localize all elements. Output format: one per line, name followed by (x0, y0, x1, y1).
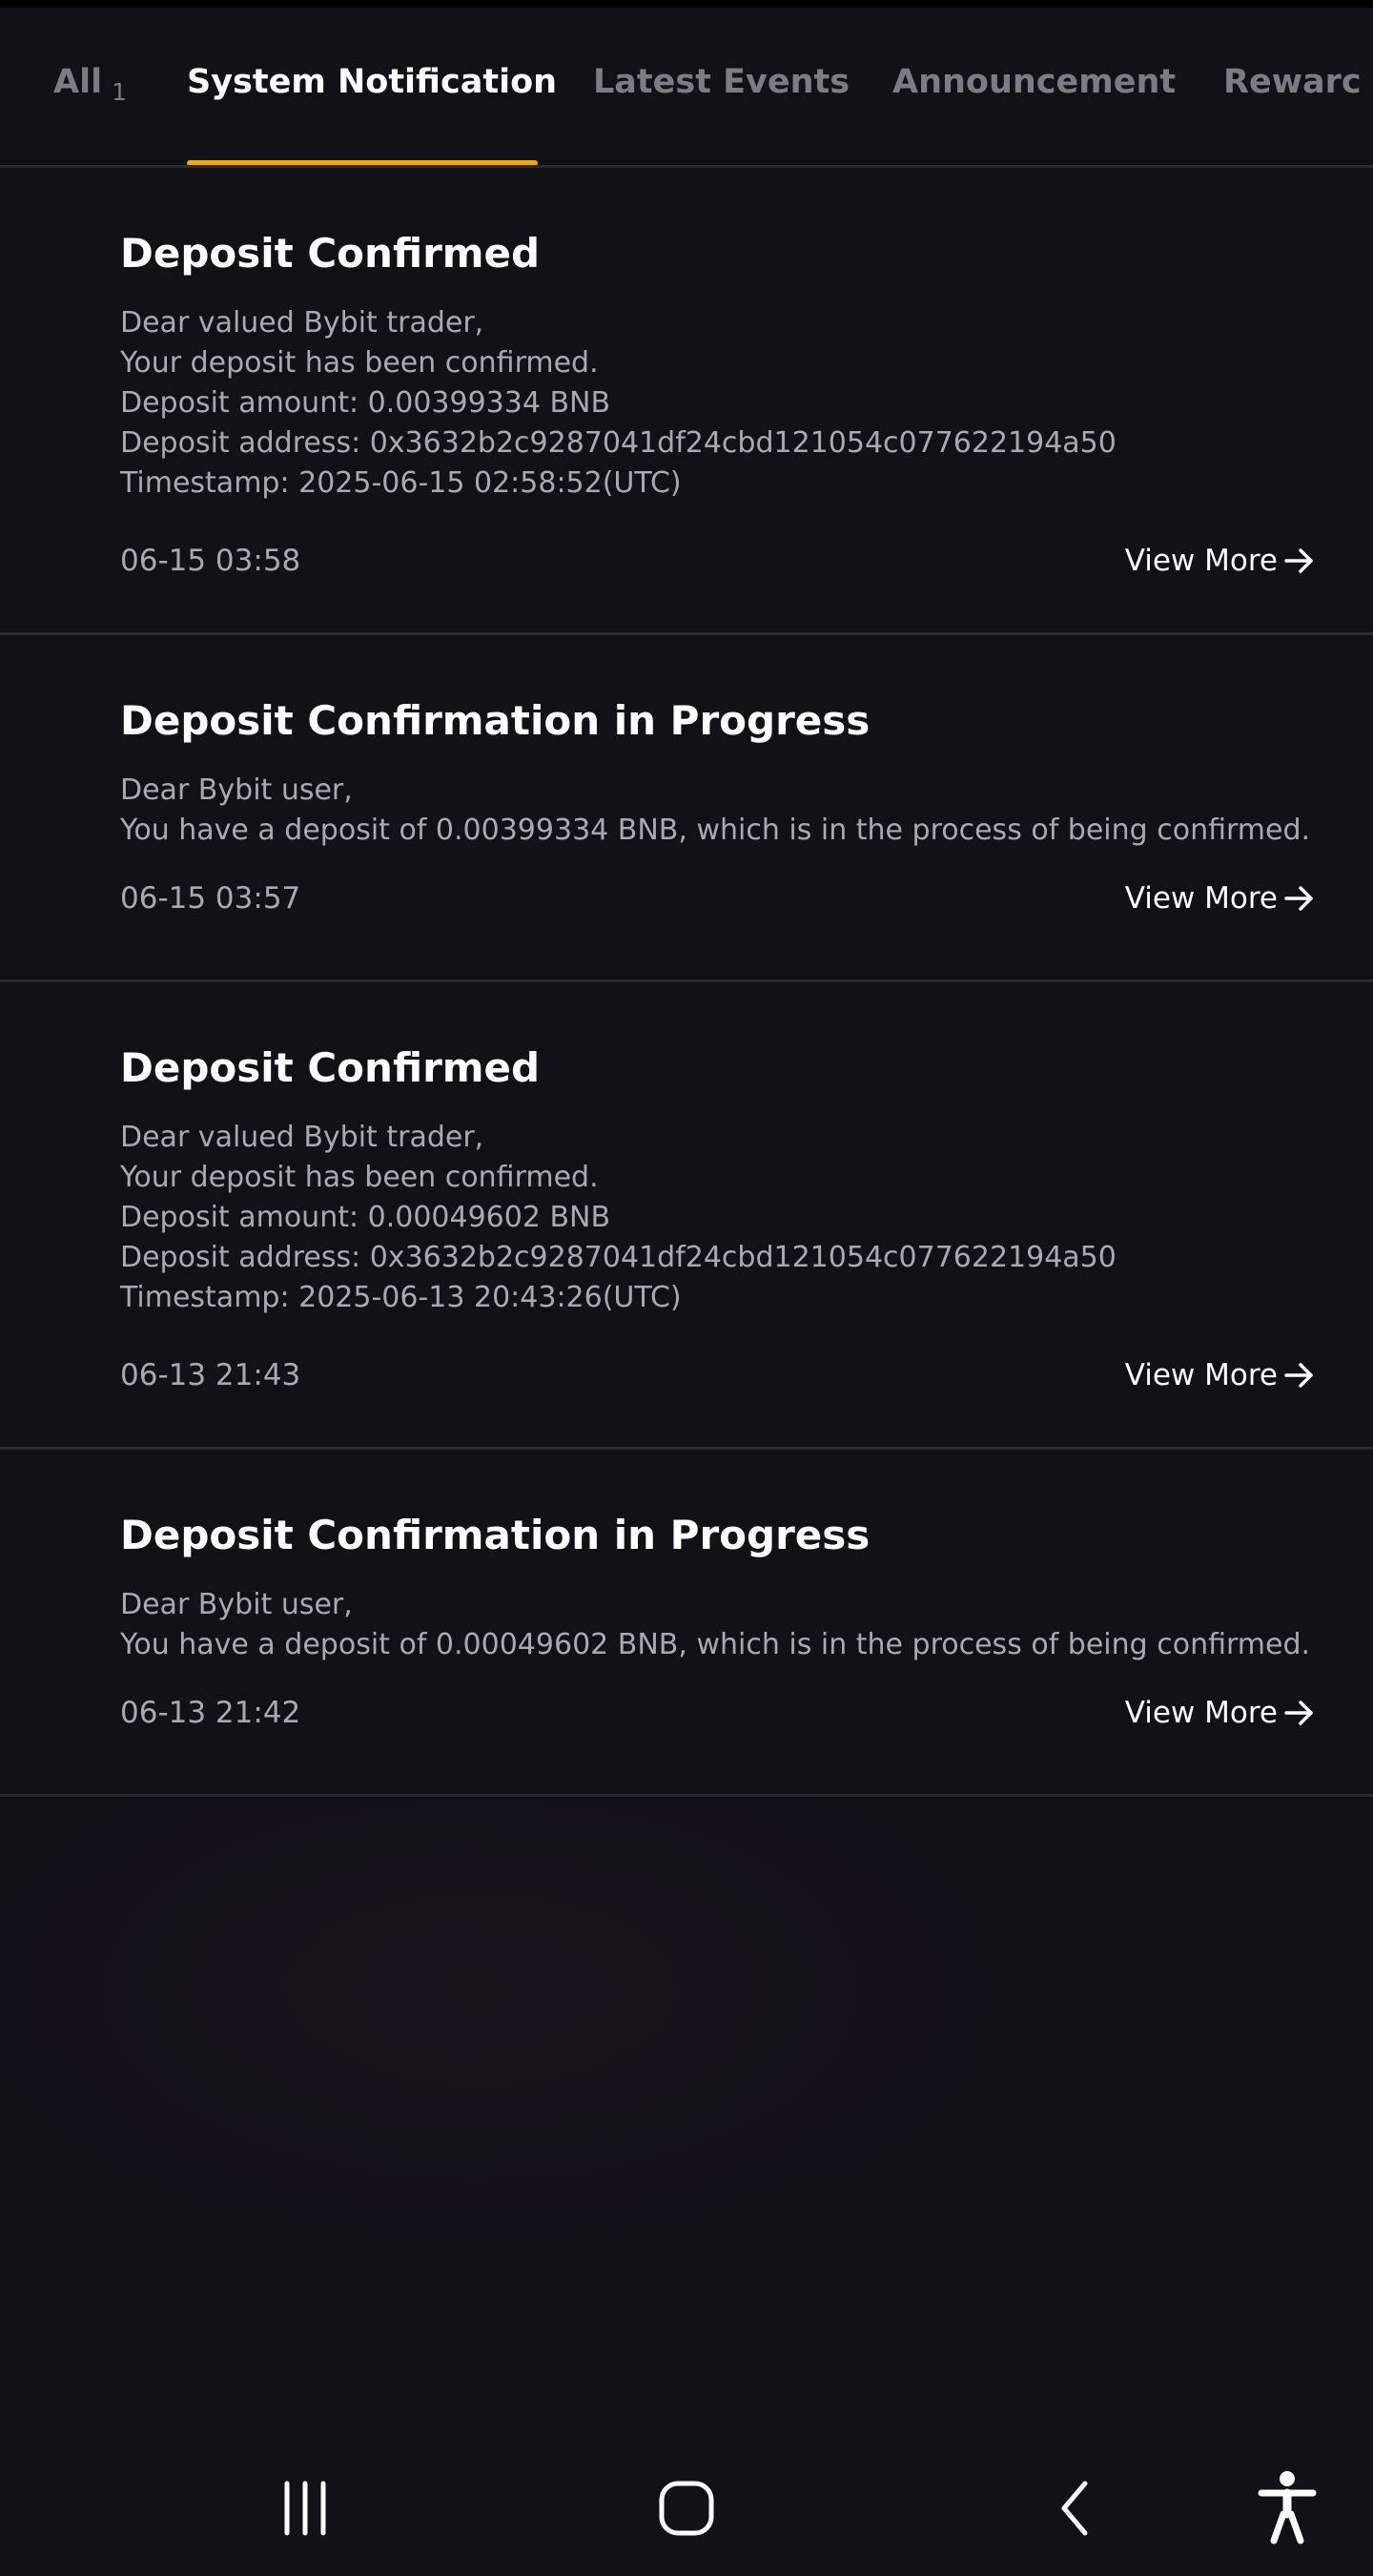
tab-rewards[interactable]: Rewarc (1223, 63, 1362, 101)
notification-card[interactable]: Deposit Confirmed Dear valued Bybit trad… (0, 982, 1373, 1450)
notification-body: Dear Bybit user, You have a deposit of 0… (120, 771, 1316, 851)
notification-footer: 06-15 03:57 View More (120, 877, 1316, 919)
notification-line: You have a deposit of 0.00399334 BNB, wh… (120, 814, 1311, 847)
notification-body: Dear valued Bybit trader, Your deposit h… (120, 303, 1316, 504)
notification-line: Dear valued Bybit trader, (120, 306, 484, 340)
tab-label: Announcement (892, 63, 1177, 101)
notification-title: Deposit Confirmation in Progress (120, 697, 871, 744)
accessibility-button[interactable] (1240, 2465, 1335, 2551)
tab-all[interactable]: All 1 (53, 63, 127, 106)
tab-latest-events[interactable]: Latest Events (593, 63, 850, 101)
view-more-label: View More (1124, 881, 1278, 916)
notification-line: Dear Bybit user, (120, 773, 353, 807)
notification-line: Deposit amount: 0.00049602 BNB (120, 1201, 611, 1234)
status-bar-strip (0, 0, 1373, 8)
notification-title: Deposit Confirmed (120, 230, 541, 277)
arrow-right-icon (1284, 886, 1313, 911)
view-more-label: View More (1124, 1358, 1278, 1392)
notification-card[interactable]: Deposit Confirmation in Progress Dear By… (0, 635, 1373, 982)
notification-date: 06-15 03:57 (120, 881, 301, 916)
notification-line: Deposit amount: 0.00399334 BNB (120, 386, 611, 420)
back-icon (1061, 2481, 1088, 2536)
tab-bar: All 1 System Notification Latest Events A… (0, 8, 1373, 168)
tab-announcement[interactable]: Announcement (892, 63, 1176, 101)
notification-line: Your deposit has been confirmed. (120, 346, 599, 380)
notification-list: Deposit Confirmed Dear valued Bybit trad… (0, 168, 1373, 1797)
view-more-label: View More (1124, 544, 1278, 578)
notification-line: Deposit address: 0x3632b2c9287041df24cbd… (120, 1241, 1117, 1274)
notification-body: Dear Bybit user, You have a deposit of 0… (120, 1585, 1316, 1665)
notification-title: Deposit Confirmation in Progress (120, 1512, 871, 1558)
back-button[interactable] (1026, 2465, 1121, 2551)
notification-footer: 06-13 21:42 View More (120, 1692, 1316, 1734)
system-navigation-bar (0, 2437, 1373, 2576)
arrow-right-icon (1284, 1363, 1313, 1388)
notification-line: Timestamp: 2025-06-13 20:43:26(UTC) (120, 1281, 682, 1314)
notification-line: Dear Bybit user, (120, 1588, 353, 1621)
notification-line: Your deposit has been confirmed. (120, 1161, 599, 1194)
empty-area (0, 1798, 1373, 2437)
tab-label: Rewarc (1223, 63, 1362, 101)
notification-date: 06-15 03:58 (120, 544, 301, 578)
arrow-right-icon (1284, 1700, 1313, 1725)
notification-title: Deposit Confirmed (120, 1044, 541, 1091)
recent-apps-icon (284, 2481, 326, 2536)
notification-body: Dear valued Bybit trader, Your deposit h… (120, 1118, 1316, 1318)
tab-label: System Notification (187, 63, 558, 101)
tab-count-badge: 1 (112, 78, 127, 106)
notification-footer: 06-15 03:58 View More (120, 540, 1316, 582)
view-more-link[interactable]: View More (1125, 877, 1316, 919)
accessibility-icon (1258, 2471, 1317, 2545)
notification-footer: 06-13 21:43 View More (120, 1354, 1316, 1396)
arrow-right-icon (1284, 548, 1313, 573)
notification-card[interactable]: Deposit Confirmed Dear valued Bybit trad… (0, 168, 1373, 635)
tab-label: Latest Events (593, 63, 850, 101)
notification-card[interactable]: Deposit Confirmation in Progress Dear By… (0, 1450, 1373, 1797)
tab-label: All (53, 63, 103, 101)
notification-line: Timestamp: 2025-06-15 02:58:52(UTC) (120, 466, 682, 500)
view-more-label: View More (1124, 1696, 1278, 1730)
view-more-link[interactable]: View More (1125, 540, 1316, 582)
notification-date: 06-13 21:43 (120, 1358, 301, 1392)
active-tab-indicator (187, 160, 538, 165)
notification-line: You have a deposit of 0.00049602 BNB, wh… (120, 1628, 1311, 1661)
view-more-link[interactable]: View More (1125, 1354, 1316, 1396)
home-icon (659, 2481, 714, 2536)
tab-system-notification[interactable]: System Notification (187, 63, 557, 101)
home-button[interactable] (639, 2465, 734, 2551)
notification-line: Deposit address: 0x3632b2c9287041df24cbd… (120, 426, 1117, 460)
recent-apps-button[interactable] (257, 2465, 353, 2551)
notification-line: Dear valued Bybit trader, (120, 1121, 484, 1154)
view-more-link[interactable]: View More (1125, 1692, 1316, 1734)
notification-date: 06-13 21:42 (120, 1696, 301, 1730)
